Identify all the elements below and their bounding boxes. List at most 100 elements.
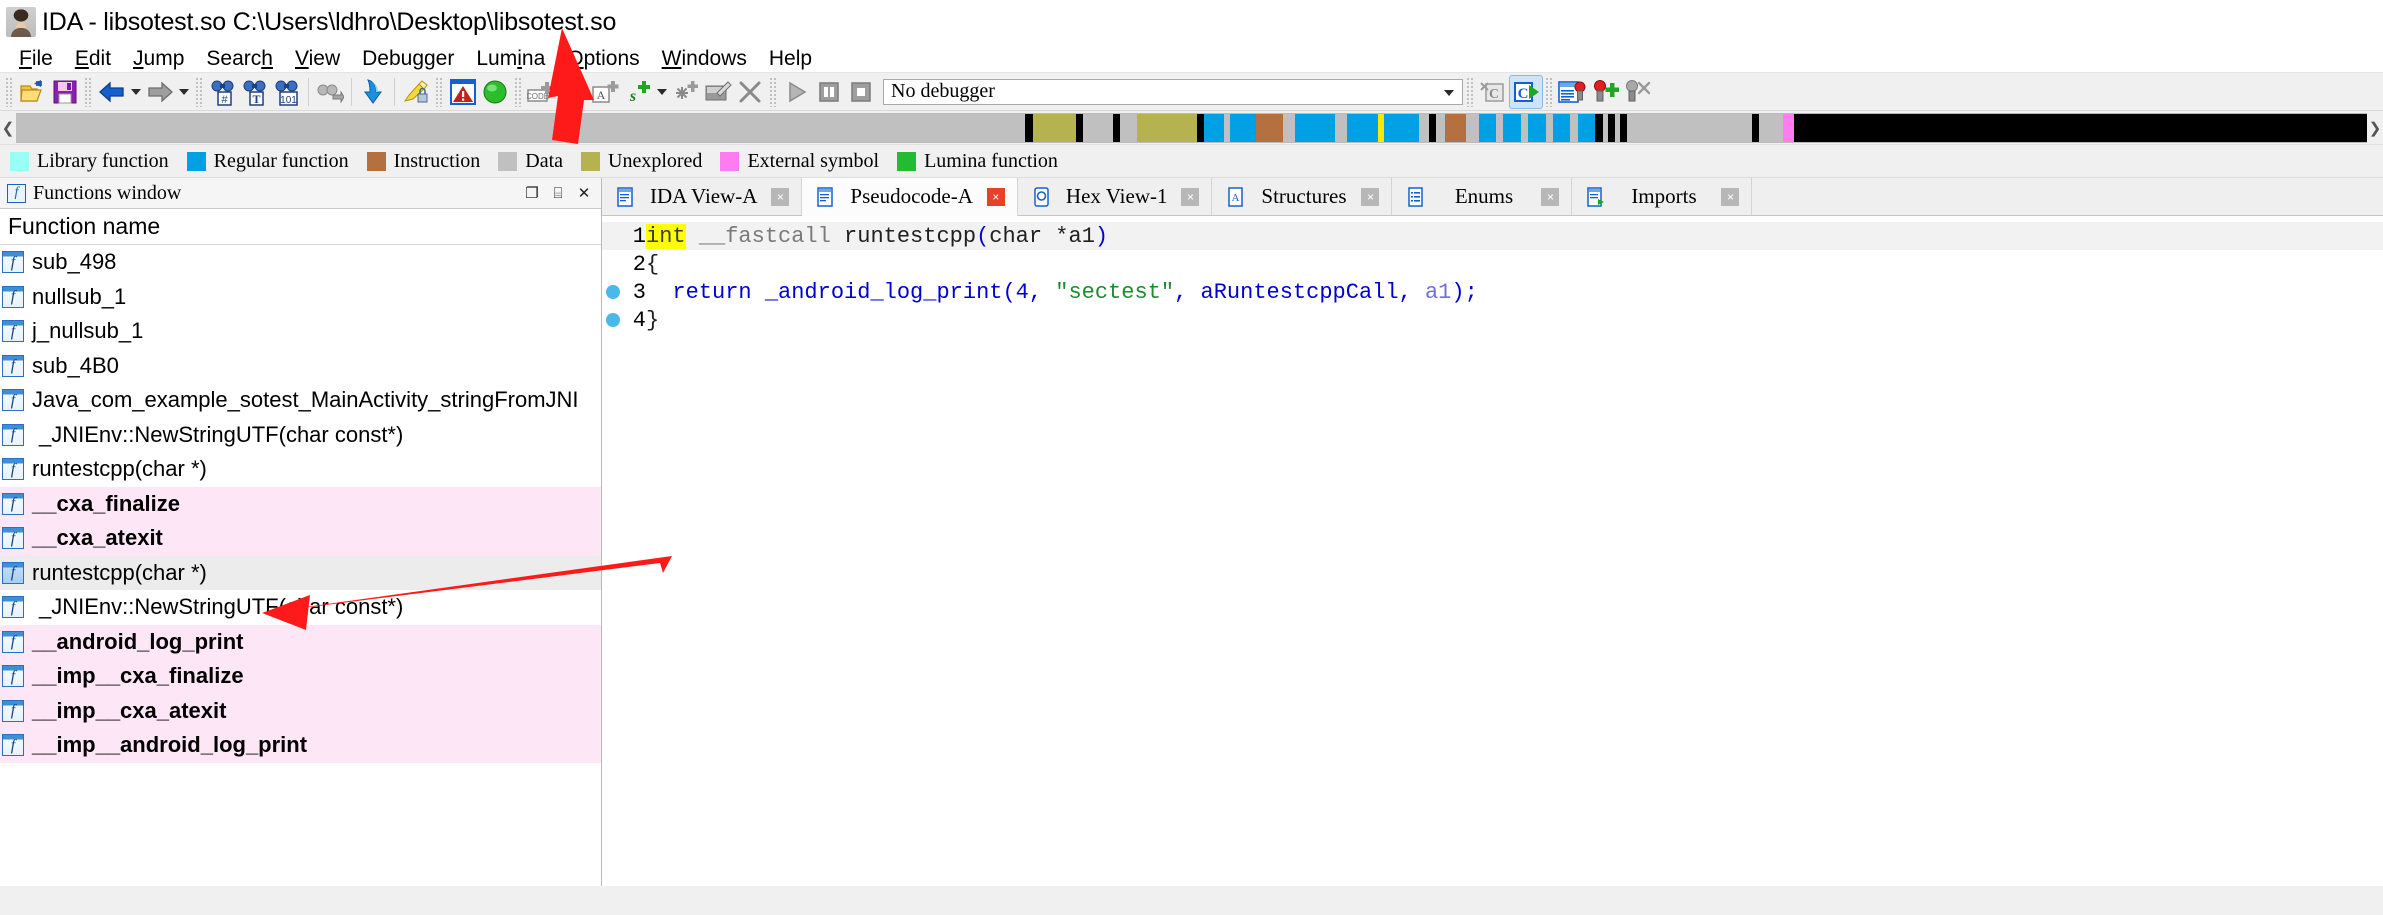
menu-item-search[interactable]: Search: [195, 45, 284, 72]
debugger-pause-icon[interactable]: [813, 76, 845, 108]
navigate-forward-dropdown[interactable]: [176, 76, 192, 108]
make-struct-dropdown[interactable]: [654, 76, 670, 108]
tab-close-icon[interactable]: ×: [1181, 187, 1200, 206]
function-list-item[interactable]: f _JNIEnv::NewStringUTF(char const*): [0, 590, 601, 625]
run-green-icon[interactable]: [479, 76, 511, 108]
tab-enums[interactable]: Enums ×: [1392, 178, 1573, 215]
navigate-back-dropdown[interactable]: [128, 76, 144, 108]
close-button[interactable]: ✕: [571, 181, 597, 205]
function-list-header[interactable]: Function name: [0, 209, 601, 245]
make-ascii-icon[interactable]: A: [590, 76, 622, 108]
breakpoint-add-icon[interactable]: [1589, 76, 1621, 108]
code-token: return: [646, 279, 765, 305]
menu-item-edit[interactable]: Edit: [64, 45, 122, 72]
toolbar-grip-5[interactable]: [514, 76, 523, 107]
make-array-icon[interactable]: [670, 76, 702, 108]
code-token: int: [646, 223, 686, 249]
debugger-select[interactable]: No debugger: [883, 78, 1463, 105]
legend-item-external-symbol: External symbol: [720, 150, 889, 173]
make-data-icon[interactable]: DATA: [558, 76, 590, 108]
breakpoint-list-icon[interactable]: [1557, 76, 1589, 108]
tab-close-icon[interactable]: ×: [1541, 187, 1560, 206]
function-list-item[interactable]: f __android_log_print: [0, 624, 601, 659]
function-list-item[interactable]: f __imp__cxa_atexit: [0, 693, 601, 728]
tab-ida-view-a[interactable]: IDA View-A ×: [602, 178, 803, 215]
navband-scroll-right-icon[interactable]: ❯: [2367, 113, 2383, 143]
dock-button[interactable]: ⌸: [545, 181, 571, 205]
function-list-item[interactable]: f runtestcpp(char *): [0, 555, 601, 590]
breakpoint-delete-icon[interactable]: [1621, 76, 1653, 108]
function-list-item[interactable]: f _JNIEnv::NewStringUTF(char const*): [0, 418, 601, 453]
function-list-item[interactable]: f nullsub_1: [0, 280, 601, 315]
code-line[interactable]: 3 return _android_log_print(4, "sectest"…: [602, 278, 2383, 306]
decompile-disabled-icon[interactable]: C: [1478, 76, 1510, 108]
menu-item-jump[interactable]: Jump: [122, 45, 195, 72]
navband-segment: [1429, 113, 1437, 142]
menu-item-file[interactable]: File: [8, 45, 64, 72]
navigation-band[interactable]: [16, 112, 2367, 143]
menu-item-debugger[interactable]: Debugger: [351, 45, 465, 72]
function-list[interactable]: f sub_498 f nullsub_1 f j_nullsub_1 f sub_4B0 f J…: [0, 245, 601, 886]
restore-button[interactable]: ❐: [519, 181, 545, 205]
debugger-stop-icon[interactable]: [845, 76, 877, 108]
function-list-item[interactable]: f __imp__android_log_print: [0, 728, 601, 763]
problems-warning-icon[interactable]: [447, 76, 479, 108]
make-code-icon[interactable]: CODE: [526, 76, 558, 108]
search-sequence-icon[interactable]: 101: [271, 76, 303, 108]
navband-scroll-left-icon[interactable]: ❮: [0, 113, 16, 143]
tab-close-icon[interactable]: ×: [1721, 187, 1740, 206]
debugger-run-icon[interactable]: [781, 76, 813, 108]
navband-segment: [1478, 113, 1497, 142]
navigate-forward-icon[interactable]: [144, 76, 176, 108]
navband-segment: [16, 113, 1025, 142]
tab-imports[interactable]: Imports ×: [1572, 178, 1753, 215]
search-next-icon[interactable]: [314, 76, 346, 108]
tab-hex-view-1[interactable]: Hex View-1 ×: [1017, 178, 1213, 215]
breakpoint-marker-icon[interactable]: [602, 285, 624, 299]
make-struct-icon[interactable]: s: [622, 76, 654, 108]
function-list-item[interactable]: f Java_com_example_sotest_MainActivity_st…: [0, 383, 601, 418]
edit-function-icon[interactable]: [702, 76, 734, 108]
function-list-item[interactable]: f sub_4B0: [0, 349, 601, 384]
search-hex-icon[interactable]: #: [207, 76, 239, 108]
menu-item-view[interactable]: View: [284, 45, 351, 72]
code-line[interactable]: 4}: [602, 306, 2383, 334]
highlight-lock-icon[interactable]: [400, 76, 432, 108]
tab-close-icon[interactable]: ×: [1361, 187, 1380, 206]
decompile-run-icon[interactable]: C: [1509, 74, 1543, 109]
menu-item-windows[interactable]: Windows: [651, 45, 758, 72]
pseudocode-view[interactable]: 1 int __fastcall runtestcpp(char *a1) 2{3 …: [602, 216, 2383, 886]
toolbar-grip-4[interactable]: [435, 76, 444, 107]
function-list-item[interactable]: f runtestcpp(char *): [0, 452, 601, 487]
search-text-icon[interactable]: T: [239, 76, 271, 108]
toolbar-grip-8[interactable]: [1545, 76, 1554, 107]
tab-close-icon[interactable]: ×: [986, 187, 1005, 206]
function-list-item[interactable]: f sub_498: [0, 245, 601, 280]
navband-segment: [1503, 113, 1522, 142]
navband-segment: [1751, 113, 1759, 142]
open-file-icon[interactable]: [17, 76, 49, 108]
toolbar-grip-2[interactable]: [84, 76, 93, 107]
function-list-item[interactable]: f __cxa_finalize: [0, 486, 601, 521]
menu-item-options[interactable]: Options: [556, 45, 650, 72]
toolbar-grip[interactable]: [5, 76, 14, 107]
function-list-item[interactable]: f __cxa_atexit: [0, 521, 601, 556]
function-list-item[interactable]: f j_nullsub_1: [0, 314, 601, 349]
jump-down-icon[interactable]: [357, 76, 389, 108]
navigate-back-icon[interactable]: [96, 76, 128, 108]
tab-pseudocode-a[interactable]: Pseudocode-A ×: [802, 178, 1018, 216]
undefine-icon[interactable]: [734, 76, 766, 108]
save-file-icon[interactable]: [49, 76, 81, 108]
function-list-item[interactable]: f __imp__cxa_finalize: [0, 659, 601, 694]
menu-item-help[interactable]: Help: [758, 45, 823, 72]
tab-structures[interactable]: A Structures ×: [1212, 178, 1393, 215]
breakpoint-marker-icon[interactable]: [602, 313, 624, 327]
menu-item-lumina[interactable]: Lumina: [465, 45, 556, 72]
tab-close-icon[interactable]: ×: [771, 187, 790, 206]
code-line[interactable]: 1 int __fastcall runtestcpp(char *a1): [602, 222, 2383, 250]
code-line[interactable]: 2{: [602, 250, 2383, 278]
toolbar-grip-3[interactable]: [195, 76, 204, 107]
toolbar-grip-6[interactable]: [769, 76, 778, 107]
toolbar-grip-7[interactable]: [1466, 76, 1475, 107]
